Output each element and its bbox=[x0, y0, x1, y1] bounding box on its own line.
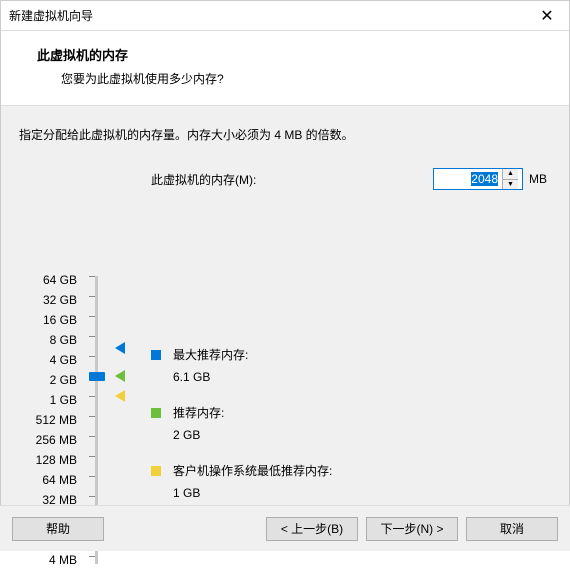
slider-tick-label: 64 MB bbox=[19, 470, 77, 490]
slider-tick-label: 2 GB bbox=[19, 370, 77, 390]
page-subtitle: 您要为此虚拟机使用多少内存? bbox=[37, 70, 551, 87]
marker-rec-icon bbox=[115, 370, 125, 382]
slider-tick-label: 4 GB bbox=[19, 350, 77, 370]
titlebar: 新建虚拟机向导 ✕ bbox=[1, 1, 569, 31]
legend-min: 客户机操作系统最低推荐内存: bbox=[151, 462, 531, 480]
legend-max-value: 6.1 GB bbox=[151, 368, 531, 386]
cancel-button[interactable]: 取消 bbox=[466, 517, 558, 541]
page-title: 此虚拟机的内存 bbox=[37, 45, 551, 64]
square-icon bbox=[151, 408, 161, 418]
square-icon bbox=[151, 350, 161, 360]
legend-rec-label: 推荐内存: bbox=[173, 404, 224, 422]
marker-max-icon bbox=[115, 342, 125, 354]
legend-max-label: 最大推荐内存: bbox=[173, 346, 248, 364]
back-button[interactable]: < 上一步(B) bbox=[266, 517, 358, 541]
memory-input[interactable] bbox=[434, 169, 502, 189]
slider-tick-label: 32 GB bbox=[19, 290, 77, 310]
window-title: 新建虚拟机向导 bbox=[9, 7, 93, 24]
legend-rec-value: 2 GB bbox=[151, 426, 531, 444]
slider-tick-label: 64 GB bbox=[19, 270, 77, 290]
slider-tick-label: 16 GB bbox=[19, 310, 77, 330]
spin-down-icon[interactable]: ▼ bbox=[503, 180, 518, 190]
spin-up-icon[interactable]: ▲ bbox=[503, 169, 518, 180]
spinner-buttons: ▲ ▼ bbox=[502, 169, 518, 189]
legend-min-value: 1 GB bbox=[151, 484, 531, 502]
slider-thumb[interactable] bbox=[89, 372, 105, 381]
marker-min-icon bbox=[115, 390, 125, 402]
instruction-text: 指定分配给此虚拟机的内存量。内存大小必须为 4 MB 的倍数。 bbox=[19, 126, 551, 143]
close-icon[interactable]: ✕ bbox=[535, 6, 559, 26]
square-icon bbox=[151, 466, 161, 476]
slider-tick-label: 128 MB bbox=[19, 450, 77, 470]
legend-max: 最大推荐内存: bbox=[151, 346, 531, 364]
memory-spinner: ▲ ▼ bbox=[433, 168, 523, 190]
wizard-body: 指定分配给此虚拟机的内存量。内存大小必须为 4 MB 的倍数。 此虚拟机的内存(… bbox=[1, 106, 569, 506]
slider-tick-label: 4 MB bbox=[19, 550, 77, 570]
next-button[interactable]: 下一步(N) > bbox=[366, 517, 458, 541]
wizard-footer: 帮助 < 上一步(B) 下一步(N) > 取消 bbox=[0, 505, 570, 551]
slider-tick-label: 256 MB bbox=[19, 430, 77, 450]
help-button[interactable]: 帮助 bbox=[12, 517, 104, 541]
legend-rec: 推荐内存: bbox=[151, 404, 531, 422]
slider-tick-label: 8 GB bbox=[19, 330, 77, 350]
legend-min-label: 客户机操作系统最低推荐内存: bbox=[173, 462, 332, 480]
wizard-header: 此虚拟机的内存 您要为此虚拟机使用多少内存? bbox=[1, 31, 569, 106]
slider-tick-label: 1 GB bbox=[19, 390, 77, 410]
memory-unit: MB bbox=[529, 172, 547, 186]
memory-label: 此虚拟机的内存(M): bbox=[151, 171, 256, 188]
slider-tick-label: 512 MB bbox=[19, 410, 77, 430]
legend: 最大推荐内存: 6.1 GB 推荐内存: 2 GB 客户机操作系统最低推荐内存:… bbox=[151, 346, 531, 520]
memory-row: 此虚拟机的内存(M): ▲ ▼ MB bbox=[19, 167, 551, 191]
